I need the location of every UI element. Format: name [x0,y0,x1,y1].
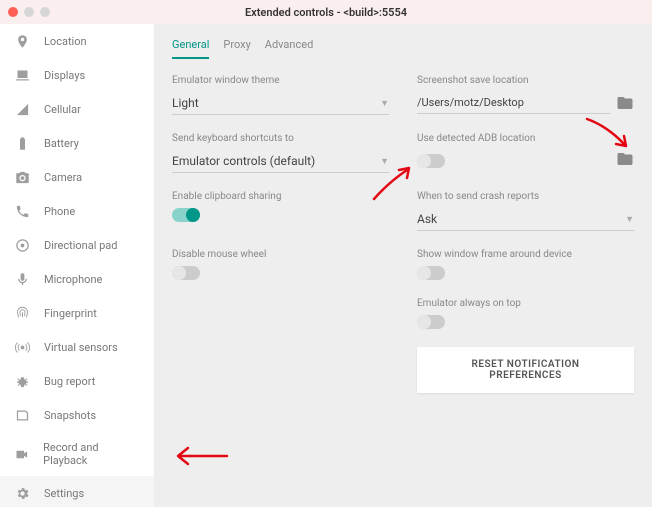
sidebar-item-label: Phone [44,205,75,218]
sidebar-item-label: Battery [44,137,79,150]
sidebar-item-label: Virtual sensors [44,341,118,354]
sidebar-item-microphone[interactable]: Microphone [0,262,154,296]
crash-select[interactable]: Ask ▼ [417,208,634,231]
bug-icon [14,373,30,389]
dpad-icon [14,237,30,253]
tab-proxy[interactable]: Proxy [223,34,250,59]
screenshot-label: Screenshot save location [417,75,634,86]
sidebar-item-label: Record and Playback [43,441,140,467]
sidebar-item-fingerprint[interactable]: Fingerprint [0,296,154,330]
close-button[interactable] [8,7,18,17]
adb-field: Use detected ADB location [417,133,634,173]
annotation-arrow-icon [172,444,232,471]
mouse-label: Disable mouse wheel [172,249,389,260]
folder-icon[interactable] [616,150,634,168]
fingerprint-icon [14,305,30,321]
frame-field: Show window frame around device [417,249,634,280]
sidebar-item-label: Displays [44,69,85,82]
sidebar-item-label: Directional pad [44,239,117,252]
minimize-button[interactable] [24,7,34,17]
sidebar-item-displays[interactable]: Displays [0,58,154,92]
sidebar-item-label: Settings [44,487,84,500]
sidebar-item-label: Location [44,35,87,48]
sidebar-item-label: Fingerprint [44,307,97,320]
ontop-field: Emulator always on top [417,298,634,329]
location-icon [14,33,30,49]
sidebar-item-location[interactable]: Location [0,24,154,58]
reset-button[interactable]: RESET NOTIFICATION PREFERENCES [417,347,634,393]
sidebar-item-settings[interactable]: Settings [0,476,154,507]
clipboard-field: Enable clipboard sharing [172,191,389,231]
sidebar-item-label: Snapshots [44,409,96,422]
shortcuts-label: Send keyboard shortcuts to [172,133,389,144]
ontop-label: Emulator always on top [417,298,634,309]
sidebar-item-camera[interactable]: Camera [0,160,154,194]
chevron-down-icon: ▼ [380,156,389,167]
chevron-down-icon: ▼ [625,214,634,225]
sidebar-item-bug-report[interactable]: Bug report [0,364,154,398]
ontop-toggle[interactable] [417,315,445,329]
chevron-down-icon: ▼ [380,98,389,109]
frame-label: Show window frame around device [417,249,634,260]
settings-icon [14,485,30,501]
screenshot-path[interactable]: /Users/motz/Desktop [417,92,610,114]
maximize-button[interactable] [40,7,50,17]
mouse-field: Disable mouse wheel [172,249,389,280]
frame-toggle[interactable] [417,266,445,280]
sidebar-item-cellular[interactable]: Cellular [0,92,154,126]
clipboard-toggle[interactable] [172,208,200,222]
sidebar-item-phone[interactable]: Phone [0,194,154,228]
sidebar-item-battery[interactable]: Battery [0,126,154,160]
tab-general[interactable]: General [172,34,209,59]
sidebar-item-label: Microphone [44,273,102,286]
titlebar: Extended controls - <build>:5554 [0,0,652,24]
adb-label: Use detected ADB location [417,133,634,144]
adb-toggle[interactable] [417,154,445,168]
mouse-toggle[interactable] [172,266,200,280]
sidebar-item-label: Camera [44,171,82,184]
clipboard-label: Enable clipboard sharing [172,191,389,202]
snapshots-icon [14,407,30,423]
sidebar-item-record-and-playback[interactable]: Record and Playback [0,432,154,476]
sidebar-item-snapshots[interactable]: Snapshots [0,398,154,432]
camera-icon [14,169,30,185]
shortcuts-select[interactable]: Emulator controls (default) ▼ [172,150,389,173]
shortcuts-field: Send keyboard shortcuts to Emulator cont… [172,133,389,173]
screenshot-field: Screenshot save location /Users/motz/Des… [417,75,634,115]
crash-field: When to send crash reports Ask ▼ [417,191,634,231]
sidebar-item-directional-pad[interactable]: Directional pad [0,228,154,262]
sidebar-item-virtual-sensors[interactable]: Virtual sensors [0,330,154,364]
tab-advanced[interactable]: Advanced [265,34,313,59]
cellular-icon [14,101,30,117]
crash-value: Ask [417,212,437,226]
theme-label: Emulator window theme [172,75,389,86]
mic-icon [14,271,30,287]
shortcuts-value: Emulator controls (default) [172,154,315,168]
tabs: General Proxy Advanced [172,34,634,59]
battery-icon [14,135,30,151]
sensors-icon [14,339,30,355]
sidebar-item-label: Cellular [44,103,81,116]
displays-icon [14,67,30,83]
sidebar: Location Displays Cellular Battery Camera Pho… [0,24,154,507]
settings-panel: General Proxy Advanced Emulator window the… [154,24,652,507]
crash-label: When to send crash reports [417,191,634,202]
folder-icon[interactable] [616,94,634,112]
phone-icon [14,203,30,219]
window-title: Extended controls - <build>:5554 [0,6,652,19]
sidebar-item-label: Bug report [44,375,95,388]
theme-field: Emulator window theme Light ▼ [172,75,389,115]
record-icon [14,446,29,462]
theme-value: Light [172,96,199,110]
theme-select[interactable]: Light ▼ [172,92,389,115]
